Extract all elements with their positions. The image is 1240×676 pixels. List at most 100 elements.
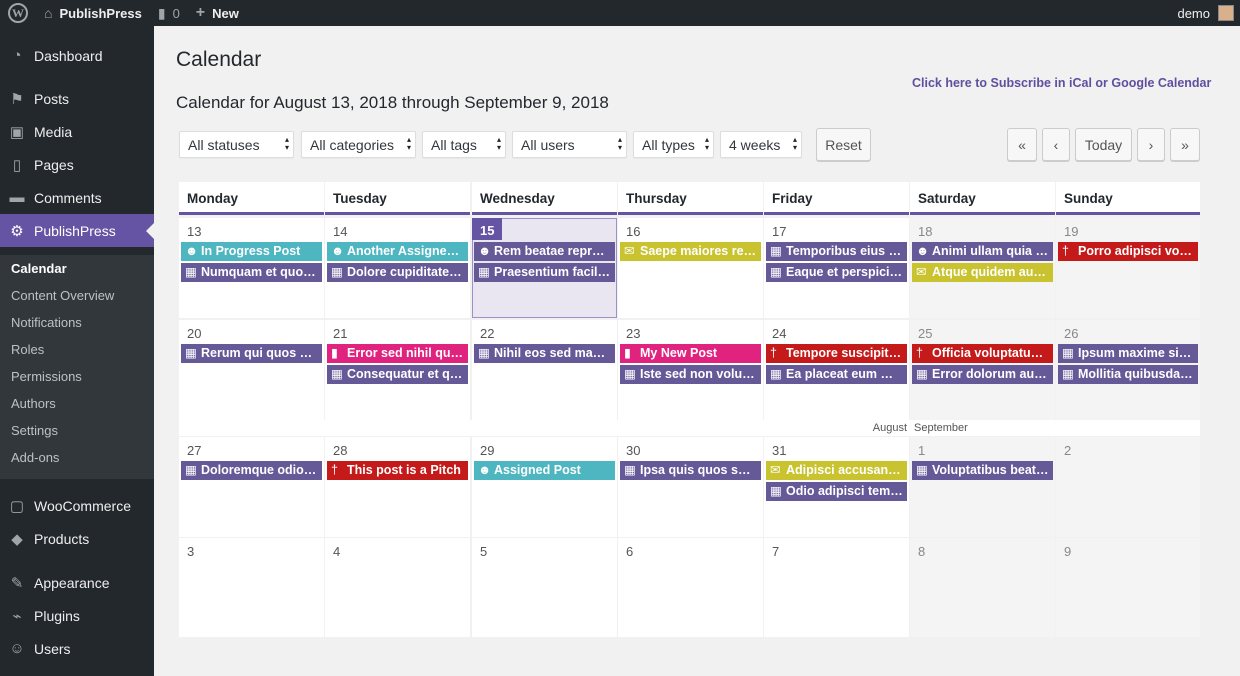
calendar-event[interactable]: ▮ Error sed nihil quis et xyxy=(327,344,468,363)
sidebar-item-publishpress[interactable]: ⚙ PublishPress xyxy=(0,214,154,247)
calendar-day-cell[interactable]: 26 ▦ Ipsum maxime sit et ▦ Mollitia quibusda… xyxy=(1056,320,1200,420)
reset-button[interactable]: Reset xyxy=(816,128,871,161)
calendar-event[interactable]: ▦ Rerum qui quos quia xyxy=(181,344,322,363)
calendar-event[interactable]: ▮ My New Post xyxy=(620,344,761,363)
calendar-day-cell[interactable]: 8 xyxy=(910,538,1055,637)
calendar-event[interactable]: ✉ Adipisci accusantium xyxy=(766,461,907,480)
date-label: 23 xyxy=(626,326,641,341)
weeks-select[interactable]: 4 weeks xyxy=(720,131,802,158)
submenu-item-roles[interactable]: Roles xyxy=(11,342,44,357)
site-name-link[interactable]: ⌂ PublishPress xyxy=(36,0,150,26)
calendar-day-cell[interactable]: 9 xyxy=(1056,538,1200,637)
calendar-event[interactable]: ▦ Error dolorum autem xyxy=(912,365,1053,384)
calendar-day-cell[interactable]: 16 ✉ Saepe maiores rem quia xyxy=(618,218,763,318)
calendar-day-cell[interactable]: 27 ▦ Doloremque odio aut xyxy=(179,437,324,537)
previous-week-button[interactable]: ‹ xyxy=(1042,128,1070,161)
sidebar-item-posts[interactable]: ⚑ Posts xyxy=(0,82,154,115)
calendar-event[interactable]: ☻ In Progress Post xyxy=(181,242,322,261)
calendar-event[interactable]: ▦ Ea placeat eum modi xyxy=(766,365,907,384)
sidebar-item-pages[interactable]: ▯ Pages xyxy=(0,148,154,181)
calendar-day-cell[interactable]: 14 ☻Another Assigned Post ▦ Dolore cupidita… xyxy=(325,218,470,318)
wordpress-logo-button[interactable]: W xyxy=(0,0,36,26)
date-label: 26 xyxy=(1064,326,1079,341)
calendar-event[interactable]: ▦ Nihil eos sed magnam xyxy=(474,344,615,363)
calendar-day-cell[interactable]: 22 ▦ Nihil eos sed magnam xyxy=(472,320,617,420)
calendar-event[interactable]: † This post is a Pitch xyxy=(327,461,468,480)
subscribe-link[interactable]: Click here to Subscribe in iCal or Googl… xyxy=(912,76,1211,90)
calendar-event[interactable]: ▦ Voluptatibus beatae xyxy=(912,461,1053,480)
calendar-day-cell[interactable]: 19 † Porro adipisci voluptas xyxy=(1056,218,1200,318)
calendar-event[interactable]: ▦ Ipsa quis quos saepe xyxy=(620,461,761,480)
category-filter-select[interactable]: All categories xyxy=(301,131,416,158)
calendar-day-cell[interactable]: 1 ▦ Voluptatibus beatae xyxy=(910,437,1055,537)
submenu-item-add-ons[interactable]: Add-ons xyxy=(11,450,59,465)
submenu-item-calendar[interactable]: Calendar xyxy=(11,261,67,276)
calendar-day-cell[interactable]: 31 ✉ Adipisci accusantium ▦ Odio adipisci te… xyxy=(764,437,909,537)
calendar-event[interactable]: ▦ Mollitia quibusdam et xyxy=(1058,365,1198,384)
next-week-button[interactable]: › xyxy=(1137,128,1165,161)
calendar-event[interactable]: ✉ Saepe maiores rem quia xyxy=(620,242,761,261)
sidebar-item-users[interactable]: ☺ Users xyxy=(0,632,154,665)
calendar-day-cell[interactable]: 5 xyxy=(472,538,617,637)
tag-filter-select[interactable]: All tags xyxy=(422,131,506,158)
calendar-event[interactable]: ▦ Dolore cupiditate sunt xyxy=(327,263,468,282)
calendar-event[interactable]: † Porro adipisci voluptas xyxy=(1058,242,1198,261)
sidebar-item-products[interactable]: ◆ Products xyxy=(0,522,154,555)
sidebar-item-plugins[interactable]: ⌁ Plugins xyxy=(0,599,154,632)
calendar-icon: ▦ xyxy=(1062,367,1074,381)
sidebar-item-woocommerce[interactable]: ▢ WooCommerce xyxy=(0,489,154,522)
sidebar-item-comments[interactable]: ▬ Comments xyxy=(0,181,154,214)
type-filter-select[interactable]: All types xyxy=(633,131,714,158)
calendar-event[interactable]: † Tempore suscipit dolor xyxy=(766,344,907,363)
user-account-menu[interactable]: demo xyxy=(1169,0,1240,26)
submenu-item-content-overview[interactable]: Content Overview xyxy=(11,288,114,303)
submenu-item-settings[interactable]: Settings xyxy=(11,423,58,438)
calendar-event[interactable]: ▦ Iste sed non voluptas xyxy=(620,365,761,384)
calendar-day-cell[interactable]: 20 ▦ Rerum qui quos quia xyxy=(179,320,324,420)
submenu-item-authors[interactable]: Authors xyxy=(11,396,56,411)
today-button[interactable]: Today xyxy=(1075,128,1132,161)
submenu-item-notifications[interactable]: Notifications xyxy=(11,315,82,330)
last-page-button[interactable]: » xyxy=(1170,128,1200,161)
calendar-event[interactable]: ▦ Eaque et perspiciatis xyxy=(766,263,907,282)
calendar-day-cell[interactable]: 18 ☻ Animi ullam quia fugit ✉ Atque quidem a… xyxy=(910,218,1055,318)
calendar-event[interactable]: ☻ Assigned Post xyxy=(474,461,615,480)
calendar-day-cell[interactable]: 23 ▮ My New Post ▦ Iste sed non voluptas xyxy=(618,320,763,420)
calendar-event[interactable]: ▦ Praesentium facilis quia xyxy=(474,263,615,282)
calendar-icon: ▦ xyxy=(916,367,928,381)
user-filter-select[interactable]: All users xyxy=(512,131,627,158)
calendar-event[interactable]: ▦ Odio adipisci tempore xyxy=(766,482,907,501)
calendar-event[interactable]: ▦ Consequatur et quia xyxy=(327,365,468,384)
calendar-day-cell[interactable]: 15 ☻Rem beatae reprehenderit ▦ Praesentium … xyxy=(472,218,617,318)
status-filter-select[interactable]: All statuses xyxy=(179,131,294,158)
calendar-event[interactable]: ☻Another Assigned Post xyxy=(327,242,468,261)
calendar-event[interactable]: ▦ Ipsum maxime sit et xyxy=(1058,344,1198,363)
calendar-event[interactable]: ✉ Atque quidem aut est xyxy=(912,263,1053,282)
submenu-item-permissions[interactable]: Permissions xyxy=(11,369,82,384)
calendar-event[interactable]: † Officia voluptatum quia xyxy=(912,344,1053,363)
sidebar-item-appearance[interactable]: ✎ Appearance xyxy=(0,566,154,599)
calendar-day-cell[interactable]: 13 ☻ In Progress Post ▦ Numquam et quos aut xyxy=(179,218,324,318)
calendar-day-cell[interactable]: 25 † Officia voluptatum quia ▦ Error dolorum… xyxy=(910,320,1055,420)
comments-link[interactable]: ▮ 0 xyxy=(150,0,188,26)
calendar-day-cell[interactable]: 30 ▦ Ipsa quis quos saepe xyxy=(618,437,763,537)
calendar-day-cell[interactable]: 7 xyxy=(764,538,909,637)
calendar-event[interactable]: ▦ Numquam et quos aut xyxy=(181,263,322,282)
calendar-day-cell[interactable]: 6 xyxy=(618,538,763,637)
calendar-day-cell[interactable]: 17 ▦ Temporibus eius placeat ▦ Eaque et pers… xyxy=(764,218,909,318)
calendar-event[interactable]: ☻ Animi ullam quia fugit xyxy=(912,242,1053,261)
calendar-event[interactable]: ▦ Doloremque odio aut xyxy=(181,461,322,480)
calendar-day-cell[interactable]: 29 ☻ Assigned Post xyxy=(472,437,617,537)
calendar-day-cell[interactable]: 2 xyxy=(1056,437,1200,537)
first-page-button[interactable]: « xyxy=(1007,128,1037,161)
calendar-day-cell[interactable]: 4 xyxy=(325,538,470,637)
calendar-event[interactable]: ☻Rem beatae reprehenderit xyxy=(474,242,615,261)
calendar-day-cell[interactable]: 24 † Tempore suscipit dolor ▦ Ea placeat eum… xyxy=(764,320,909,420)
calendar-day-cell[interactable]: 28 † This post is a Pitch xyxy=(325,437,470,537)
calendar-day-cell[interactable]: 21 ▮ Error sed nihil quis et ▦ Consequatur e… xyxy=(325,320,470,420)
sidebar-item-media[interactable]: ▣ Media xyxy=(0,115,154,148)
calendar-event[interactable]: ▦ Temporibus eius placeat xyxy=(766,242,907,261)
calendar-day-cell[interactable]: 3 xyxy=(179,538,324,637)
new-content-link[interactable]: + New xyxy=(188,0,247,26)
sidebar-item-dashboard[interactable]: ◔ Dashboard xyxy=(0,39,154,72)
